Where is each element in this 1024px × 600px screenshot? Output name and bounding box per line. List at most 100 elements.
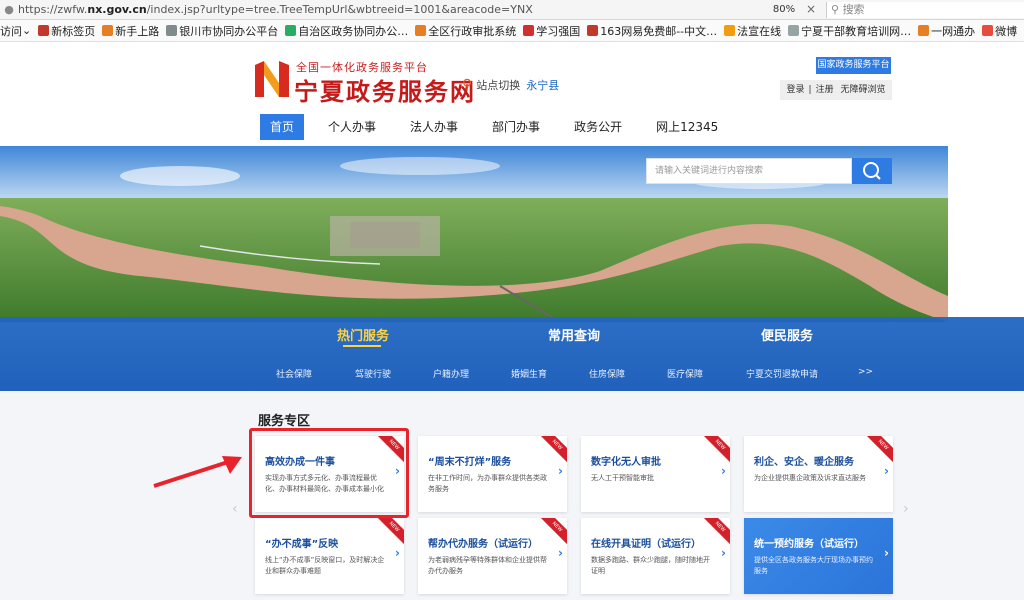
new-ribbon: NEW	[862, 436, 893, 466]
tab-hot-services[interactable]: 热门服务	[337, 325, 389, 344]
service-card[interactable]: “周末不打烊”服务 在非工作时间，为办事群众提供各类政务服务 › NEW	[418, 436, 567, 512]
service-card-title: 利企、安企、暖企服务	[754, 457, 854, 468]
nav-item[interactable]: 法人办事	[400, 114, 468, 140]
tab-common-queries[interactable]: 常用查询	[548, 325, 600, 344]
chevron-right-icon: ›	[884, 464, 889, 478]
service-card[interactable]: “办不成事”反映 线上“办不成事”反映窗口，及时解决企业和群众办事难题 › NEW	[255, 518, 404, 594]
bookmark-label: 新手上路	[115, 24, 160, 38]
chevron-right-icon: ›	[558, 546, 563, 560]
login-link[interactable]: 登录	[787, 85, 805, 95]
nav-item[interactable]: 政务公开	[564, 114, 632, 140]
station-city[interactable]: 永宁县	[526, 77, 559, 93]
station-switch-label: 站点切换	[476, 79, 521, 92]
address-field[interactable]: https://zwfw.nx.gov.cn/index.jsp?urltype…	[18, 3, 718, 16]
link-household[interactable]: 户籍办理	[433, 367, 469, 380]
separator: |	[808, 85, 812, 95]
browser-url-bar[interactable]: ● https://zwfw.nx.gov.cn/index.jsp?urlty…	[0, 0, 1024, 20]
bookmark-item[interactable]: 访问 ⌄	[0, 23, 31, 39]
highlight-annotation	[249, 428, 409, 518]
logo-title[interactable]: 宁夏政务服务网	[294, 72, 476, 107]
bookmark-label: 学习强国	[536, 24, 581, 38]
service-card-title: 在线开具证明（试运行）	[591, 539, 701, 550]
search-button[interactable]	[852, 158, 892, 184]
zoom-level[interactable]: 80%	[772, 2, 796, 17]
link-housing[interactable]: 住房保障	[589, 367, 625, 380]
service-card-title: “办不成事”反映	[265, 539, 339, 550]
bookmark-item[interactable]: 新标签页	[38, 23, 95, 39]
close-icon[interactable]: ×	[804, 1, 818, 17]
service-card-title: 数字化无人审批	[591, 457, 661, 468]
new-ribbon-label: NEW	[387, 520, 401, 534]
bookmark-icon	[285, 25, 297, 36]
service-card-desc: 数据多跑路、群众少跑腿，随时随地开证明	[591, 556, 710, 575]
service-card-desc: 线上“办不成事”反映窗口，及时解决企业和群众办事难题	[265, 556, 385, 575]
register-link[interactable]: 注册	[816, 85, 834, 95]
link-traffic-refund[interactable]: 宁夏交罚退款申请	[746, 367, 818, 380]
service-card[interactable]: 数字化无人审批 无人工干预智能审批 › NEW	[581, 436, 730, 512]
station-switch[interactable]: ⚲ 站点切换 永宁县	[462, 77, 559, 93]
bookmark-item[interactable]: 自治区政务协同办公…	[285, 23, 408, 39]
tab-convenience-services[interactable]: 便民服务	[761, 325, 813, 344]
bookmark-label: 宁夏干部教育培训网…	[801, 24, 912, 38]
bookmark-item[interactable]: 法宣在线	[724, 23, 781, 39]
bookmark-item[interactable]: 新手上路	[102, 23, 159, 39]
link-marriage[interactable]: 婚姻生育	[511, 367, 547, 380]
bookmark-icon	[415, 25, 427, 36]
link-social-security[interactable]: 社会保障	[276, 367, 312, 380]
nav-item[interactable]: 部门办事	[482, 114, 550, 140]
chevron-right-icon: ›	[721, 464, 726, 478]
service-card[interactable]: 利企、安企、暖企服务为企业提供惠企政策及诉求直达服务 › NEW	[744, 436, 893, 512]
chevron-right-icon: ›	[558, 464, 563, 478]
site-search-input[interactable]: 请输入关键词进行内容搜索	[646, 158, 852, 184]
bookmark-icon	[918, 25, 930, 36]
nav-item[interactable]: 网上12345	[646, 114, 728, 140]
link-medical[interactable]: 医疗保障	[667, 367, 703, 380]
browser-search-input[interactable]: ⚲ 搜索	[826, 2, 1024, 18]
bookmark-item[interactable]: 微博	[982, 23, 1017, 39]
new-ribbon: NEW	[373, 518, 404, 548]
new-ribbon-label: NEW	[550, 520, 564, 534]
service-card-desc: 为企业提供惠企政策及诉求直达服务	[754, 474, 866, 482]
bookmark-item[interactable]: 一网通办	[918, 23, 975, 39]
service-card-desc: 提供全区各政务服务大厅现场办事预约服务	[754, 556, 873, 575]
accessible-link[interactable]: 无障碍浏览	[840, 85, 885, 95]
new-ribbon-label: NEW	[550, 438, 564, 452]
service-card-desc: 无人工干预智能审批	[591, 474, 654, 482]
carousel-next-icon[interactable]: ›	[903, 501, 909, 517]
service-card[interactable]: 帮办代办服务（试运行） 为老弱病残孕等特殊群体和企业提供帮办代办服务 › NEW	[418, 518, 567, 594]
location-pin-icon: ⚲	[462, 77, 473, 93]
bookmark-item[interactable]: 学习强国	[523, 23, 580, 39]
service-card[interactable]: 统一预约服务（试运行） 提供全区各政务服务大厅现场办事预约服务 ›	[744, 518, 893, 594]
bookmark-icon	[38, 25, 50, 36]
carousel-prev-icon[interactable]: ‹	[232, 501, 238, 517]
link-driving[interactable]: 驾驶行驶	[355, 367, 391, 380]
red-arrow-annotation	[153, 456, 242, 488]
active-tab-indicator	[343, 345, 381, 347]
bookmark-label: 法宣在线	[737, 24, 782, 38]
bookmark-item[interactable]: 银川市协同办公平台	[166, 23, 278, 39]
new-ribbon: NEW	[536, 518, 567, 548]
new-ribbon-label: NEW	[876, 438, 890, 452]
service-card[interactable]: 在线开具证明（试运行） 数据多跑路、群众少跑腿，随时随地开证明 › NEW	[581, 518, 730, 594]
bookmark-item[interactable]: 宁夏干部教育培训网…	[788, 23, 911, 39]
bookmark-label: 新标签页	[51, 24, 96, 38]
chevron-right-icon: ›	[721, 546, 726, 560]
login-row: 登录 | 注册 无障碍浏览	[780, 80, 892, 100]
nav-item[interactable]: 个人办事	[318, 114, 386, 140]
chevron-right-icon: ›	[884, 546, 889, 560]
bookmark-label: 一网通办	[931, 24, 976, 38]
service-card-desc: 为老弱病残孕等特殊群体和企业提供帮办代办服务	[428, 556, 547, 575]
new-ribbon-label: NEW	[713, 520, 727, 534]
bookmark-icon	[523, 25, 535, 36]
bookmark-item[interactable]: 全区行政审批系统	[415, 23, 516, 39]
new-ribbon: NEW	[699, 436, 730, 466]
more-links[interactable]: >>	[858, 367, 873, 377]
bookmark-icon	[587, 25, 599, 36]
bookmark-item[interactable]: 163网易免费邮--中文…	[587, 23, 717, 39]
service-bar: 热门服务 常用查询 便民服务 社会保障 驾驶行驶 户籍办理 婚姻生育 住房保障 …	[0, 317, 1024, 391]
bookmark-label: 全区行政审批系统	[428, 24, 517, 38]
lock-icon: ●	[4, 2, 14, 16]
service-zone-title: 服务专区	[258, 414, 311, 429]
national-platform-button[interactable]: 国家政务服务平台	[816, 57, 891, 74]
nav-item[interactable]: 首页	[260, 114, 305, 140]
